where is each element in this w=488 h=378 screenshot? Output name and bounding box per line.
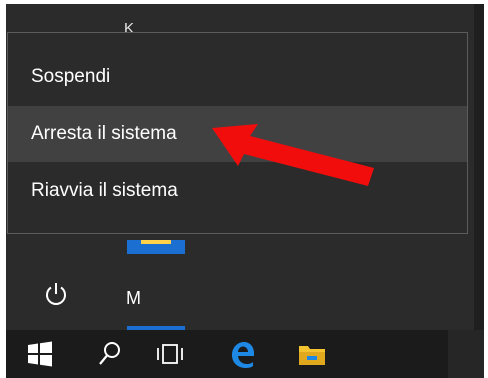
menu-item-label: Riavvia il sistema <box>31 180 178 201</box>
task-view-icon <box>157 344 183 364</box>
file-explorer-icon <box>299 346 325 365</box>
tile-accent <box>141 240 171 244</box>
edge-browser-button[interactable] <box>218 330 266 378</box>
taskbar-overflow-area[interactable] <box>448 330 484 378</box>
task-view-button[interactable] <box>146 330 194 378</box>
power-icon[interactable] <box>42 280 70 308</box>
edge-browser-icon <box>232 342 254 368</box>
red-arrow-annotation <box>212 124 374 186</box>
app-tile[interactable] <box>127 240 185 254</box>
file-explorer-button[interactable] <box>288 330 336 378</box>
start-button[interactable] <box>16 330 64 378</box>
app-list-letter-header[interactable]: M <box>126 287 141 309</box>
menu-item-sleep[interactable]: Sospendi <box>8 49 467 105</box>
windows-start-icon <box>28 341 52 367</box>
menu-item-label: Arresta il sistema <box>31 123 177 144</box>
search-button[interactable] <box>86 330 134 378</box>
search-icon <box>99 342 120 365</box>
menu-item-label: Sospendi <box>31 66 111 87</box>
taskbar <box>6 330 484 378</box>
start-menu-scroll-area <box>474 4 484 330</box>
